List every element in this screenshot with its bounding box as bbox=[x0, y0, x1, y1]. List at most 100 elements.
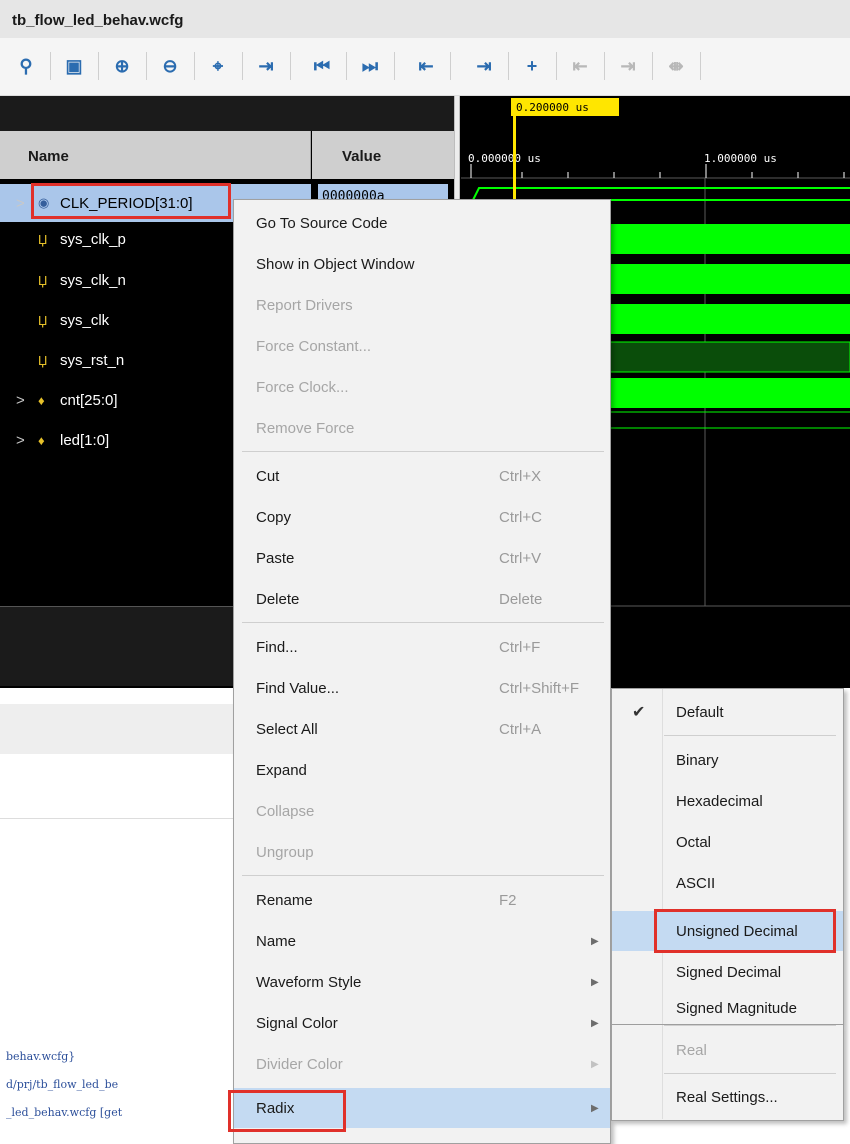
menu-item-paste[interactable]: Paste Ctrl+V bbox=[234, 538, 610, 578]
radix-item-real-settings[interactable]: Real Settings... bbox=[612, 1077, 843, 1117]
go-to-time-0-icon[interactable]: ⏮ bbox=[310, 52, 334, 80]
menu-item-label: Go To Source Code bbox=[256, 214, 388, 232]
previous-marker-icon: ⇤ bbox=[572, 55, 588, 76]
bus-icon: ♦ bbox=[38, 432, 45, 448]
previous-transition-icon[interactable]: ⇤ bbox=[414, 52, 438, 80]
radix-item-binary[interactable]: Binary bbox=[612, 740, 843, 780]
expand-chevron-icon[interactable]: > bbox=[16, 392, 25, 409]
signal-name: sys_clk_p bbox=[60, 230, 126, 248]
menu-item-delete[interactable]: Delete Delete bbox=[234, 579, 610, 619]
menu-separator bbox=[664, 1025, 836, 1026]
radix-item-label: Signed Magnitude bbox=[676, 999, 797, 1017]
menu-item-waveform-style[interactable]: Waveform Style ▶ bbox=[234, 962, 610, 1002]
radix-item-label: Binary bbox=[676, 751, 719, 769]
radix-item-label: Real bbox=[676, 1041, 707, 1059]
toolbar-divider bbox=[346, 52, 347, 80]
toolbar-divider bbox=[194, 52, 195, 80]
check-icon: ✔ bbox=[632, 704, 646, 721]
toolbar-divider bbox=[242, 52, 243, 80]
console-line: d/prj/tb_flow_led_be bbox=[6, 1078, 119, 1091]
toolbar-divider bbox=[700, 52, 701, 80]
radix-item-octal[interactable]: Octal bbox=[612, 822, 843, 862]
expand-chevron-icon[interactable]: > bbox=[16, 432, 25, 449]
menu-item-label: Copy bbox=[256, 508, 292, 526]
menu-item-label: Waveform Style bbox=[256, 973, 362, 991]
menu-separator bbox=[242, 875, 604, 876]
menu-item-label: Divider Color bbox=[256, 1055, 343, 1073]
radix-item-signed-magnitude[interactable]: Signed Magnitude bbox=[612, 993, 843, 1023]
menu-item-label: Paste bbox=[256, 549, 295, 567]
radix-item-default[interactable]: ✔ Default bbox=[612, 692, 843, 732]
toolbar-divider bbox=[450, 52, 451, 80]
radix-item-label: Real Settings... bbox=[676, 1088, 778, 1106]
next-transition-icon[interactable]: ⇥ bbox=[472, 52, 496, 80]
cursor-time-label: 0.200000 us bbox=[516, 101, 589, 114]
ruler-label-mid: 1.000000 us bbox=[704, 152, 777, 165]
waveform-header-strip bbox=[0, 96, 454, 131]
menu-item-label: Expand bbox=[256, 761, 307, 779]
radix-item-ascii[interactable]: ASCII bbox=[612, 863, 843, 903]
menu-separator bbox=[242, 451, 604, 452]
menu-item-show-in-object-window[interactable]: Show in Object Window bbox=[234, 244, 610, 284]
menu-item-label: Report Drivers bbox=[256, 296, 353, 314]
signal-name: sys_clk bbox=[60, 311, 110, 329]
menu-item-shortcut: Ctrl+V bbox=[499, 549, 542, 567]
radix-item-hexadecimal[interactable]: Hexadecimal bbox=[612, 781, 843, 821]
radix-submenu: ✔ Default Binary Hexadecimal Octal ASCII … bbox=[611, 688, 844, 1025]
zoom-fit-icon[interactable]: ⌖ bbox=[206, 52, 230, 80]
toolbar-divider bbox=[604, 52, 605, 80]
menu-item-expand[interactable]: Expand bbox=[234, 750, 610, 790]
menu-item-label: Cut bbox=[256, 467, 280, 485]
radix-item-label: Octal bbox=[676, 833, 712, 851]
go-to-last-time-icon[interactable]: ⏭ bbox=[358, 52, 382, 80]
wire-icon: Џ bbox=[38, 272, 48, 288]
menu-item-label: Force Clock... bbox=[256, 378, 349, 396]
search-icon[interactable]: ⚲ bbox=[14, 52, 38, 80]
radix-item-label: Hexadecimal bbox=[676, 792, 763, 810]
toolbar: ⚲ ▣ ⊕ ⊖ ⌖ ⇥ ⏮ ⏭ ⇤ ⇥ + ⇤ ⇥ ⇼ bbox=[0, 38, 850, 96]
menu-item-collapse: Collapse bbox=[234, 791, 610, 831]
wire-icon: Џ bbox=[38, 352, 48, 368]
signal-name: cnt[25:0] bbox=[60, 391, 118, 409]
menu-item-cut[interactable]: Cut Ctrl+X bbox=[234, 456, 610, 496]
menu-item-rename[interactable]: Rename F2 bbox=[234, 880, 610, 920]
menu-separator bbox=[664, 735, 836, 736]
menu-item-signal-color[interactable]: Signal Color ▶ bbox=[234, 1003, 610, 1043]
toolbar-divider bbox=[556, 52, 557, 80]
menu-item-select-all[interactable]: Select All Ctrl+A bbox=[234, 709, 610, 749]
bus-icon: ♦ bbox=[38, 392, 45, 408]
ruler-label-start: 0.000000 us bbox=[468, 152, 541, 165]
radix-item-signed-decimal[interactable]: Signed Decimal bbox=[612, 952, 843, 992]
toolbar-divider bbox=[394, 52, 395, 80]
menu-item-copy[interactable]: Copy Ctrl+C bbox=[234, 497, 610, 537]
radix-submenu-continued: Real Real Settings... bbox=[611, 1025, 844, 1121]
toolbar-divider bbox=[508, 52, 509, 80]
zoom-in-icon[interactable]: ⊕ bbox=[110, 52, 134, 80]
menu-item-report-drivers: Report Drivers bbox=[234, 285, 610, 325]
menu-item-label: Signal Color bbox=[256, 1014, 338, 1032]
menu-item-force-constant: Force Constant... bbox=[234, 326, 610, 366]
submenu-arrow-icon: ▶ bbox=[591, 1102, 599, 1114]
console-divider bbox=[0, 818, 233, 819]
next-marker-icon: ⇥ bbox=[620, 55, 636, 76]
swap-cursors-icon: ⇼ bbox=[668, 55, 684, 76]
go-to-cursor-icon[interactable]: ⇥ bbox=[254, 52, 278, 80]
signal-name: led[1:0] bbox=[60, 431, 110, 449]
menu-item-label: Find... bbox=[256, 638, 298, 656]
value-column-header[interactable]: Value bbox=[312, 131, 454, 179]
expand-chevron-icon[interactable]: > bbox=[16, 195, 25, 212]
menu-item-remove-force: Remove Force bbox=[234, 408, 610, 448]
menu-item-name[interactable]: Name ▶ bbox=[234, 921, 610, 961]
zoom-out-icon[interactable]: ⊖ bbox=[158, 52, 182, 80]
toolbar-divider bbox=[146, 52, 147, 80]
menu-item-find[interactable]: Find... Ctrl+F bbox=[234, 627, 610, 667]
menu-item-force-clock: Force Clock... bbox=[234, 367, 610, 407]
add-marker-icon[interactable]: + bbox=[520, 52, 544, 80]
menu-item-label: Collapse bbox=[256, 802, 315, 820]
menu-item-shortcut: Ctrl+X bbox=[499, 467, 542, 485]
name-column-header[interactable]: Name bbox=[0, 131, 311, 179]
save-icon[interactable]: ▣ bbox=[62, 52, 86, 80]
menu-item-label: Show in Object Window bbox=[256, 255, 415, 273]
menu-item-go-to-source[interactable]: Go To Source Code bbox=[234, 203, 610, 243]
menu-item-find-value[interactable]: Find Value... Ctrl+Shift+F bbox=[234, 668, 610, 708]
